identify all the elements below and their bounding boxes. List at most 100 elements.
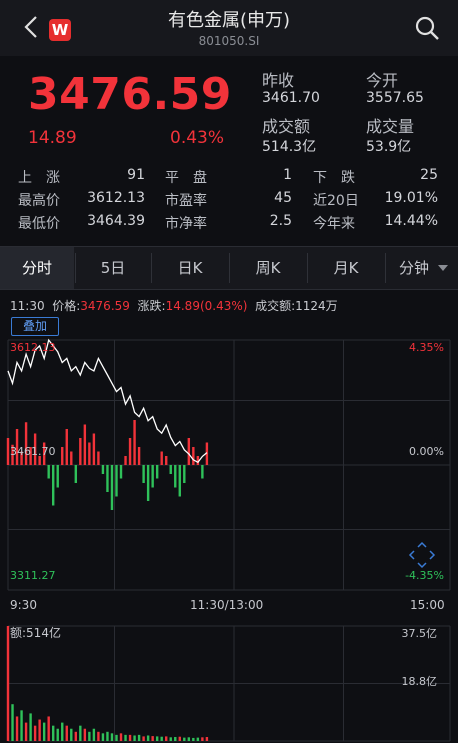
price-bar xyxy=(119,465,123,479)
tab-intraday[interactable]: 分时 xyxy=(0,247,74,289)
pb-label: 市净率 xyxy=(165,216,207,232)
volume-bar xyxy=(187,737,191,741)
price-bar xyxy=(169,465,172,474)
volume-bar xyxy=(133,735,136,741)
price-bar xyxy=(142,465,145,483)
volume-bar xyxy=(137,734,141,741)
price-bar xyxy=(160,451,163,465)
chart-tabs: 分时 5日 日K 周K 月K 分钟 xyxy=(0,246,458,290)
volume-total-label: 额:514亿 xyxy=(10,626,61,640)
open-value: 3557.65 xyxy=(366,90,424,106)
up-value: 91 xyxy=(127,167,145,183)
price-bar xyxy=(128,438,132,465)
volume-bar xyxy=(169,737,172,741)
volume-bar xyxy=(97,731,100,741)
expand-icon[interactable] xyxy=(408,541,436,569)
volume-bar xyxy=(33,725,37,741)
volume-value: 53.9亿 xyxy=(366,139,412,155)
info-time: 11:30 xyxy=(10,299,45,313)
pct-label-bottom: -4.35% xyxy=(405,569,444,582)
pct-label-top: 4.35% xyxy=(409,341,444,354)
info-chg: 14.89(0.43%) xyxy=(165,299,248,313)
volume-bar xyxy=(38,719,41,741)
prev-close-label: 昨收 xyxy=(262,71,295,90)
price-bar xyxy=(47,465,50,479)
intraday-price-chart[interactable] xyxy=(0,336,458,594)
pe-value: 45 xyxy=(274,190,292,206)
volume-bar xyxy=(178,736,181,741)
volume-axis-mid: 18.8亿 xyxy=(401,675,438,688)
flat-value: 1 xyxy=(283,167,292,183)
price-bar xyxy=(101,465,105,474)
volume-bar xyxy=(160,736,163,741)
price-bar xyxy=(165,456,168,465)
chevron-down-icon[interactable] xyxy=(438,265,448,273)
price-bar xyxy=(70,451,73,465)
tab-daily-k[interactable]: 日K xyxy=(152,247,228,289)
volume-bar xyxy=(79,725,82,741)
price-bar xyxy=(6,438,10,465)
volume-bar xyxy=(70,728,73,741)
ytd-label: 今年来 xyxy=(313,216,355,232)
info-price: 3476.59 xyxy=(80,299,130,313)
price-bar xyxy=(178,465,181,497)
prev-close-value: 3461.70 xyxy=(262,90,320,106)
volume-chart[interactable] xyxy=(0,618,458,743)
price-bar xyxy=(24,422,28,465)
volume-bar xyxy=(119,733,123,741)
d20-label: 近20日 xyxy=(313,193,359,209)
price-bar xyxy=(187,438,191,465)
volume-bar xyxy=(83,728,87,741)
price-bar xyxy=(133,420,136,465)
volume-bar xyxy=(61,722,64,741)
price-bar xyxy=(201,465,204,479)
flat-label: 平 盘 xyxy=(165,170,207,186)
volume-bar xyxy=(192,737,195,741)
volume-bar xyxy=(20,710,23,741)
volume-bar xyxy=(29,713,32,741)
price-change: 14.89 xyxy=(28,128,77,148)
volume-bar xyxy=(74,731,78,741)
down-value: 25 xyxy=(420,167,438,183)
tab-monthly-k[interactable]: 月K xyxy=(308,247,384,289)
stock-code: 801050.SI xyxy=(198,34,260,48)
volume-bar xyxy=(165,736,168,741)
price-bar xyxy=(97,451,100,465)
x-label-midday: 11:30/13:00 xyxy=(190,598,264,612)
pb-value: 2.5 xyxy=(269,213,292,229)
x-label-close: 15:00 xyxy=(410,598,445,612)
overlay-button[interactable]: 叠加 xyxy=(11,317,59,336)
volume-bar xyxy=(110,733,114,741)
price-bar xyxy=(106,465,109,492)
volume-bar xyxy=(151,736,154,741)
high-value: 3612.13 xyxy=(87,190,145,206)
volume-bar xyxy=(42,722,46,741)
volume-bar xyxy=(15,716,19,741)
high-label: 最高价 xyxy=(18,193,60,209)
current-price: 3476.59 xyxy=(28,69,232,120)
y-label-top: 3612.13 xyxy=(10,341,56,354)
price-bar xyxy=(61,447,64,465)
price-bar xyxy=(155,465,159,479)
volume-bar xyxy=(65,725,68,741)
price-bar xyxy=(65,429,68,465)
search-icon[interactable] xyxy=(413,14,441,42)
tab-5day[interactable]: 5日 xyxy=(76,247,150,289)
pe-label: 市盈率 xyxy=(165,193,207,209)
price-bar xyxy=(79,438,82,465)
price-bar xyxy=(88,442,91,465)
price-bar xyxy=(124,456,127,465)
volume-bar xyxy=(52,725,55,741)
price-bar xyxy=(137,447,141,465)
volume-bar xyxy=(56,728,59,741)
page-title: 有色金属(申万) xyxy=(167,10,291,31)
price-change-pct: 0.43% xyxy=(170,128,225,148)
price-bar xyxy=(151,465,154,488)
y-label-mid: 3461.70 xyxy=(10,445,56,458)
low-label: 最低价 xyxy=(18,216,60,232)
up-label: 上 涨 xyxy=(18,170,60,186)
price-bar xyxy=(56,465,59,488)
tab-minute[interactable]: 分钟 xyxy=(386,247,442,289)
turnover-value: 514.3亿 xyxy=(262,139,317,155)
tab-weekly-k[interactable]: 周K xyxy=(230,247,306,289)
